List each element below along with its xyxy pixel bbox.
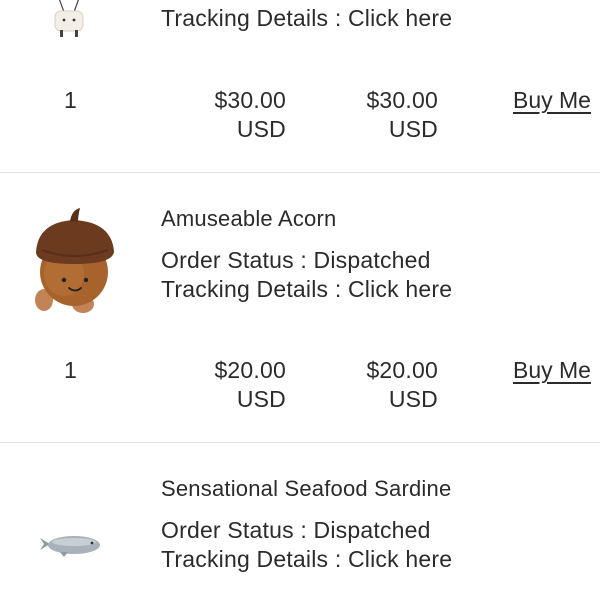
total-price: $20.00 USD <box>318 356 438 414</box>
total-price-currency: USD <box>388 116 438 142</box>
total-price-amount: $30.00 <box>366 87 438 113</box>
total-price-currency: USD <box>388 386 438 412</box>
quantity: 1 <box>64 357 77 383</box>
product-name[interactable]: Sensational Seafood Sardine <box>161 474 451 503</box>
total-price-amount: $20.00 <box>366 357 438 383</box>
quantity: 1 <box>64 87 77 113</box>
buy-me-link[interactable]: Buy Me <box>513 86 591 115</box>
bag-charm-icon[interactable] <box>44 0 94 50</box>
tracking-details-link[interactable]: Tracking Details : Click here <box>161 545 452 574</box>
order-history-list: Tracking Details : Click here 1 $30.00 U… <box>0 0 600 600</box>
sardine-plush-icon[interactable] <box>38 530 102 560</box>
acorn-plush-icon[interactable] <box>28 208 120 318</box>
total-price: $30.00 USD <box>318 86 438 144</box>
tracking-details-link[interactable]: Tracking Details : Click here <box>161 275 452 304</box>
unit-price-amount: $20.00 <box>214 357 286 383</box>
unit-price-amount: $30.00 <box>214 87 286 113</box>
unit-price: $30.00 USD <box>166 86 286 144</box>
unit-price-currency: USD <box>236 386 286 412</box>
order-status: Order Status : Dispatched <box>161 247 431 273</box>
order-status: Order Status : Dispatched <box>161 517 431 543</box>
divider <box>0 442 600 443</box>
tracking-details-link[interactable]: Tracking Details : Click here <box>161 4 452 33</box>
unit-price-currency: USD <box>236 116 286 142</box>
product-name[interactable]: Amuseable Acorn <box>161 204 336 233</box>
buy-me-link[interactable]: Buy Me <box>513 356 591 385</box>
divider <box>0 172 600 173</box>
unit-price: $20.00 USD <box>166 356 286 414</box>
